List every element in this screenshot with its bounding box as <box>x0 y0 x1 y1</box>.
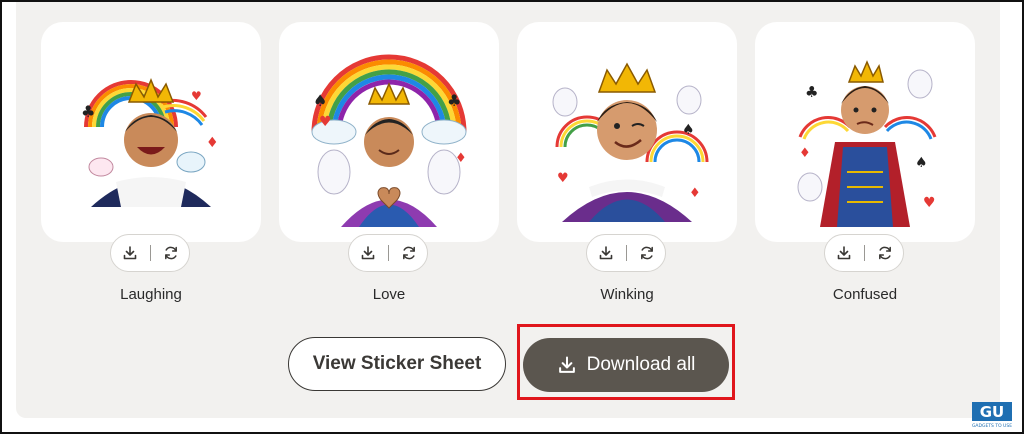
screenshot-frame: ♣ ♦ ♥ Laughing ♥ ♠ ♣ ♦ Love ♥ ♠ ♦ Winkin… <box>0 0 1024 434</box>
sticker-card-love[interactable]: ♥ ♠ ♣ ♦ <box>279 22 499 242</box>
svg-text:♦: ♦ <box>455 151 467 166</box>
refresh-icon <box>402 246 415 260</box>
svg-text:GU: GU <box>980 403 1005 421</box>
svg-text:♠: ♠ <box>313 91 327 110</box>
refresh-icon <box>878 246 891 260</box>
actions-divider <box>625 245 627 261</box>
svg-text:♣: ♣ <box>805 83 818 101</box>
refresh-icon <box>640 246 653 260</box>
download-button[interactable] <box>353 238 383 268</box>
download-button[interactable] <box>115 238 145 268</box>
regenerate-button[interactable] <box>394 238 424 268</box>
sticker-actions-laughing <box>110 234 190 272</box>
regenerate-button[interactable] <box>632 238 662 268</box>
svg-text:♦: ♦ <box>689 186 701 201</box>
sticker-card-winking[interactable]: ♥ ♠ ♦ <box>517 22 737 242</box>
actions-divider <box>387 245 389 261</box>
svg-text:♦: ♦ <box>206 135 219 151</box>
svg-text:♠: ♠ <box>682 122 695 138</box>
sticker-label: Laughing <box>120 286 182 303</box>
actions-divider <box>863 245 865 261</box>
gadgets-to-use-logo: GU GADGETS TO USE <box>972 402 1012 429</box>
sticker-label: Love <box>372 286 406 303</box>
confused-sticker-image: ♣ ♠ ♥ ♦ <box>797 60 937 227</box>
sticker-label: Confused <box>832 286 898 303</box>
sticker-actions-love <box>348 234 428 272</box>
svg-text:♥: ♥ <box>923 195 936 211</box>
sticker-label: Winking <box>600 286 654 303</box>
laughing-sticker-image: ♣ ♦ ♥ <box>81 78 219 207</box>
regenerate-button[interactable] <box>156 238 186 268</box>
regenerate-button[interactable] <box>870 238 900 268</box>
sticker-actions-confused <box>824 234 904 272</box>
svg-text:♦: ♦ <box>799 146 811 161</box>
love-sticker-image: ♥ ♠ ♣ ♦ <box>311 54 467 227</box>
download-all-button[interactable]: Download all <box>523 338 729 392</box>
winking-sticker-image: ♥ ♠ ♦ <box>552 62 709 222</box>
refresh-icon <box>164 246 177 260</box>
download-icon <box>599 246 612 260</box>
download-button[interactable] <box>591 238 621 268</box>
view-sticker-sheet-button[interactable]: View Sticker Sheet <box>288 337 506 391</box>
sticker-card-laughing[interactable]: ♣ ♦ ♥ <box>41 22 261 242</box>
download-button[interactable] <box>829 238 859 268</box>
svg-text:♣: ♣ <box>447 91 461 110</box>
svg-text:♠: ♠ <box>915 155 928 171</box>
svg-text:♥: ♥ <box>557 171 569 186</box>
download-icon <box>361 246 374 260</box>
actions-divider <box>149 245 151 261</box>
svg-text:♣: ♣ <box>81 102 95 121</box>
svg-text:GADGETS TO USE: GADGETS TO USE <box>972 423 1012 429</box>
download-all-label: Download all <box>586 354 696 375</box>
svg-text:♥: ♥ <box>191 89 202 103</box>
download-icon <box>837 246 850 260</box>
download-icon <box>123 246 136 260</box>
svg-text:♥: ♥ <box>319 114 332 130</box>
sticker-card-confused[interactable]: ♣ ♠ ♥ ♦ <box>755 22 975 242</box>
sticker-actions-winking <box>586 234 666 272</box>
download-icon <box>558 356 575 373</box>
